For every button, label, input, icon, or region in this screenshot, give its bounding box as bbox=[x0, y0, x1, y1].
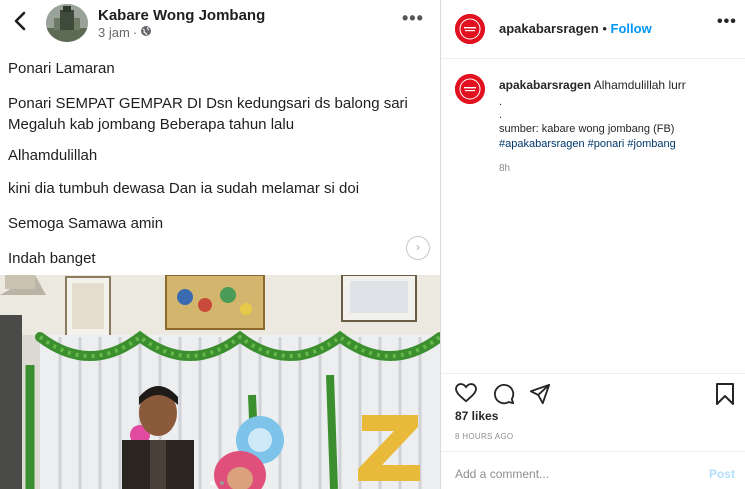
caption-text: Alhamdulillah lurr bbox=[593, 78, 686, 92]
caption-hashtags[interactable]: #apakabarsragen #ponari #jombang bbox=[499, 137, 676, 152]
post-options-button[interactable]: ••• bbox=[402, 9, 424, 27]
post-comment-button[interactable]: Post bbox=[709, 467, 735, 481]
heart-icon[interactable] bbox=[455, 383, 477, 408]
caption-username[interactable]: apakabarsragen bbox=[499, 78, 591, 92]
caption-time: 8h bbox=[499, 163, 511, 174]
instagram-panel: apakabarsragen • Follow ••• apakabarsrag… bbox=[441, 0, 745, 489]
more-options-button[interactable]: ••• bbox=[717, 14, 737, 30]
photo-illustration bbox=[0, 275, 440, 489]
actions-divider bbox=[441, 373, 745, 374]
post-time-ago[interactable]: 8 HOURS AGO bbox=[455, 432, 513, 441]
post-time[interactable]: 3 jam bbox=[98, 25, 130, 40]
post-photo[interactable] bbox=[0, 275, 440, 489]
caption-dot: . bbox=[499, 109, 503, 121]
post-line: Indah banget bbox=[8, 250, 96, 267]
share-icon[interactable] bbox=[529, 383, 551, 410]
globe-icon bbox=[140, 25, 152, 40]
author-name[interactable]: Kabare Wong Jombang bbox=[98, 7, 265, 24]
post-line: kini dia tumbuh dewasa Dan ia sudah mela… bbox=[8, 180, 360, 197]
brand-logo-icon bbox=[455, 14, 485, 44]
header-username[interactable]: apakabarsragen bbox=[499, 21, 599, 36]
facebook-post: Kabare Wong Jombang 3 jam · ••• Ponari L… bbox=[0, 0, 440, 489]
post-line: Ponari Lamaran bbox=[8, 60, 115, 77]
next-arrow-icon[interactable]: › bbox=[406, 236, 430, 260]
bookmark-icon[interactable] bbox=[715, 383, 735, 410]
post-meta: 3 jam · bbox=[98, 25, 152, 40]
meta-separator: · bbox=[132, 25, 138, 40]
header-username-row: apakabarsragen • Follow bbox=[499, 21, 652, 36]
instagram-header: apakabarsragen • Follow ••• bbox=[441, 0, 745, 59]
author-avatar[interactable] bbox=[46, 4, 88, 42]
follow-button[interactable]: Follow bbox=[611, 21, 652, 36]
post-line: Semoga Samawa amin bbox=[8, 215, 164, 232]
back-arrow-icon[interactable] bbox=[10, 10, 32, 32]
caption-avatar[interactable] bbox=[455, 74, 485, 104]
brand-logo-icon bbox=[455, 74, 485, 104]
comment-icon[interactable] bbox=[493, 383, 515, 410]
caption-first-line: apakabarsragen Alhamdulillah lurr bbox=[499, 77, 735, 94]
header-dot: • bbox=[602, 21, 607, 36]
likes-count[interactable]: 87 likes bbox=[455, 409, 498, 423]
post-line: Alhamdulillah bbox=[8, 147, 98, 164]
comment-divider bbox=[441, 451, 745, 452]
profile-avatar[interactable] bbox=[455, 14, 485, 44]
comment-input[interactable]: Add a comment... bbox=[455, 467, 549, 481]
post-line: Ponari SEMPAT GEMPAR DI Dsn kedungsari d… bbox=[8, 95, 408, 133]
caption-source: sumber: kabare wong jombang (FB) bbox=[499, 123, 675, 135]
